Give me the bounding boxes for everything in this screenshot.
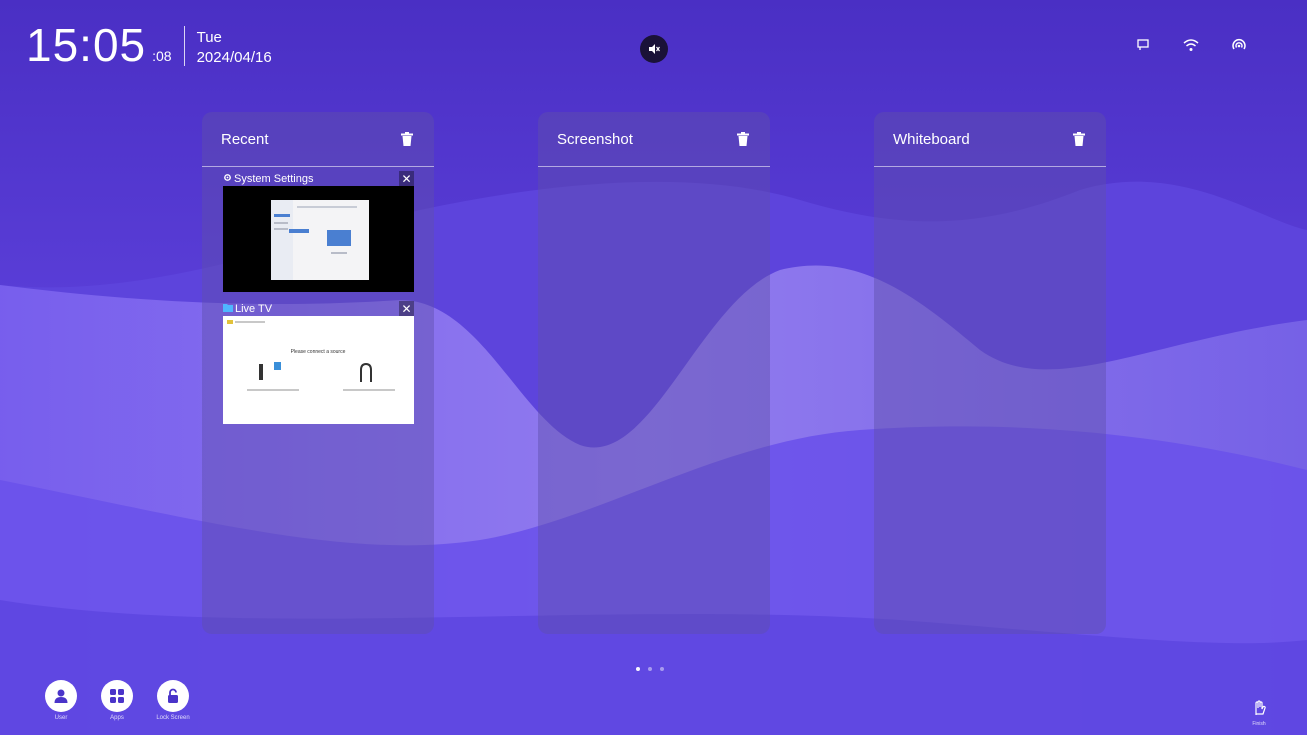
- dock-item-apps[interactable]: Apps: [100, 680, 134, 721]
- page-dot[interactable]: [648, 667, 652, 671]
- clock-divider: [183, 26, 185, 66]
- finish-label: Finish: [1252, 721, 1266, 727]
- page-dot[interactable]: [660, 667, 664, 671]
- card-title-bar: Live TV ✕: [223, 301, 414, 316]
- screen-text: Please connect a source: [291, 349, 346, 355]
- user-icon[interactable]: [45, 680, 77, 712]
- screenshot-panel: Screenshot: [538, 112, 770, 634]
- panel-title: Whiteboard: [893, 130, 970, 148]
- panel-header: Recent: [202, 112, 434, 167]
- panel-header: Screenshot: [538, 112, 770, 167]
- close-icon[interactable]: ✕: [399, 301, 414, 316]
- settings-preview: [271, 200, 369, 280]
- recent-card-live-tv[interactable]: Live TV ✕ Please connect a source: [223, 301, 414, 424]
- lock-icon[interactable]: [157, 680, 189, 712]
- app-thumbnail: [223, 186, 414, 292]
- dock-label: Apps: [110, 715, 124, 721]
- folder-icon: [223, 303, 233, 315]
- settings-icon: [223, 173, 232, 185]
- apps-grid-icon[interactable]: [101, 680, 133, 712]
- whiteboard-panel: Whiteboard: [874, 112, 1106, 634]
- page-dot[interactable]: [636, 667, 640, 671]
- trash-icon[interactable]: [736, 131, 750, 147]
- card-title: System Settings: [234, 172, 314, 185]
- weekday: Tue: [196, 29, 222, 46]
- clock-time: 15:05: [26, 19, 147, 71]
- app-thumbnail: Please connect a source: [223, 316, 414, 424]
- dock-label: Lock Screen: [156, 715, 190, 721]
- hand-icon[interactable]: [1252, 700, 1266, 721]
- finish-button[interactable]: Finish: [1252, 700, 1266, 727]
- date-box: Tue 2024/04/16: [197, 28, 272, 68]
- page-indicator: [636, 667, 664, 671]
- panel-title: Screenshot: [557, 130, 633, 148]
- status-icons: [1134, 36, 1248, 54]
- close-icon[interactable]: ✕: [399, 171, 414, 186]
- trash-icon[interactable]: [400, 131, 414, 147]
- live-tv-preview: Please connect a source: [227, 320, 395, 391]
- dock-item-lock[interactable]: Lock Screen: [156, 680, 190, 721]
- speaker-muted-icon[interactable]: [640, 35, 668, 63]
- dock-item-user[interactable]: User: [44, 680, 78, 721]
- card-title-bar: System Settings ✕: [223, 171, 414, 186]
- dock: User Apps Lock Screen: [44, 680, 190, 721]
- dock-label: User: [54, 715, 68, 721]
- panel-header: Whiteboard: [874, 112, 1106, 167]
- clock: 15:05 :08 Tue 2024/04/16: [26, 22, 272, 68]
- hotspot-icon[interactable]: [1230, 36, 1248, 54]
- recent-panel: Recent System Settings ✕ Live TV ✕ Pleas…: [202, 112, 434, 634]
- screen-cast-icon[interactable]: [1134, 36, 1152, 54]
- panel-title: Recent: [221, 130, 269, 148]
- wifi-icon[interactable]: [1182, 36, 1200, 54]
- recent-card-system-settings[interactable]: System Settings ✕: [223, 171, 414, 292]
- date: 2024/04/16: [196, 49, 272, 66]
- clock-seconds: :08: [152, 48, 172, 64]
- card-title: Live TV: [235, 302, 273, 315]
- trash-icon[interactable]: [1072, 131, 1086, 147]
